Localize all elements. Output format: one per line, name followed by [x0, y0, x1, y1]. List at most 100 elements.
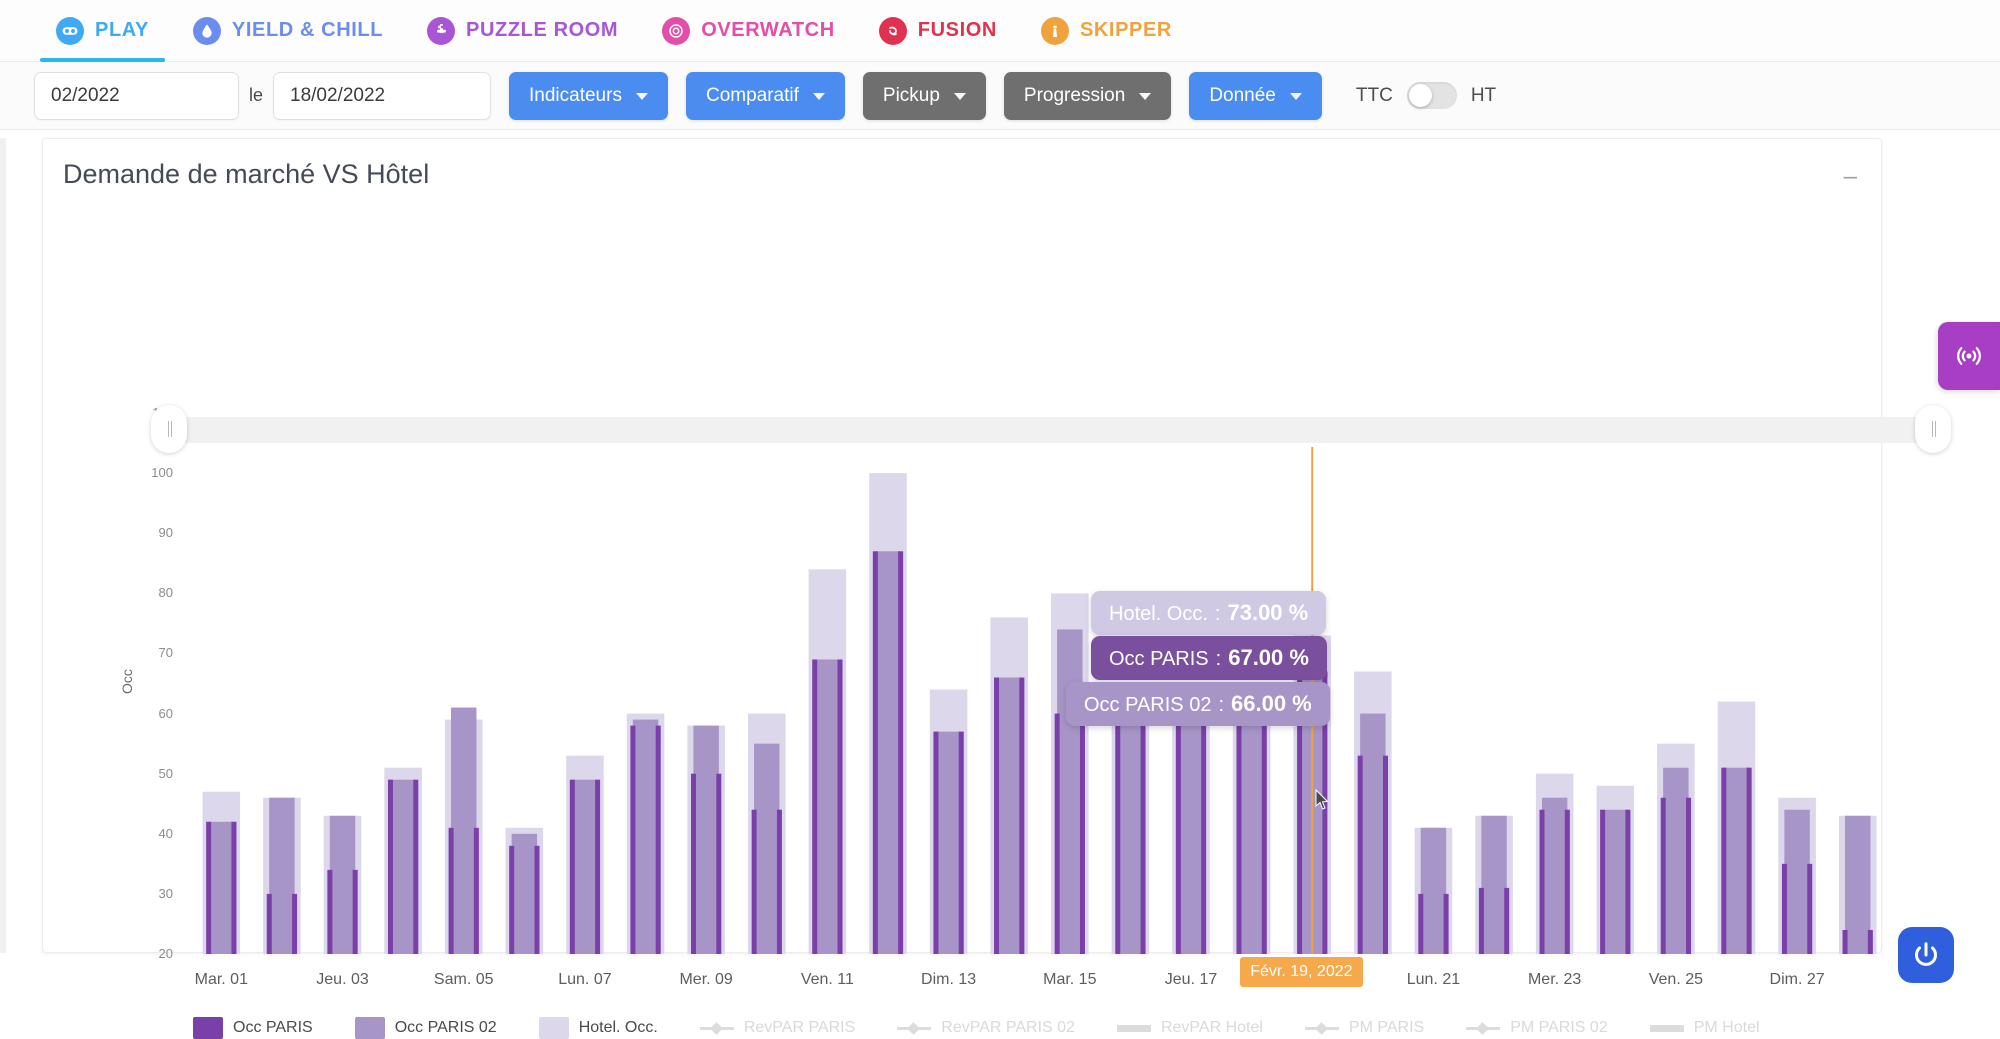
bar-hotel-occ[interactable]	[1112, 690, 1150, 954]
bar-occ-paris-right-edge[interactable]	[413, 780, 418, 954]
bar-occ-paris-right-edge[interactable]	[1383, 756, 1388, 954]
bar-occ-paris-right-edge[interactable]	[231, 822, 236, 954]
bar-occ-paris-02[interactable]	[815, 659, 840, 954]
date-input[interactable]: 18/02/2022	[273, 72, 491, 120]
bar-occ-paris-right-edge[interactable]	[1019, 678, 1024, 954]
bar-occ-paris-left-edge[interactable]	[206, 822, 211, 954]
nav-item-puzzle-room[interactable]: PUZZLE ROOM	[405, 0, 640, 62]
bar-occ-paris-right-edge[interactable]	[1262, 720, 1267, 954]
bar-occ-paris-02[interactable]	[1421, 828, 1446, 954]
bar-hotel-occ[interactable]	[1536, 774, 1574, 954]
bar-occ-paris-02[interactable]	[209, 822, 234, 954]
bar-occ-paris-right-edge[interactable]	[1141, 714, 1146, 954]
bar-occ-paris-02[interactable]	[1239, 720, 1264, 954]
bar-hotel-occ[interactable]	[990, 617, 1028, 954]
bar-occ-paris-right-edge[interactable]	[1747, 768, 1752, 954]
bar-occ-paris-02[interactable]	[996, 678, 1021, 954]
bar-hotel-occ[interactable]	[1233, 714, 1271, 954]
bar-hotel-occ[interactable]	[627, 714, 665, 954]
bar-hotel-occ[interactable]	[869, 473, 907, 954]
bar-hotel-occ[interactable]	[1718, 702, 1756, 954]
bar-occ-paris-left-edge[interactable]	[1176, 720, 1181, 954]
bar-occ-paris-02[interactable]	[512, 834, 537, 954]
bar-occ-paris-02[interactable]	[390, 780, 415, 954]
ttc-ht-toggle[interactable]	[1407, 82, 1457, 109]
dropdown-progression[interactable]: Progression	[1004, 72, 1171, 120]
bar-occ-paris-02[interactable]	[451, 708, 476, 954]
bar-occ-paris-02[interactable]	[1845, 816, 1870, 954]
bar-occ-paris-right-edge[interactable]	[292, 894, 297, 954]
bar-occ-paris-left-edge[interactable]	[1055, 714, 1060, 954]
bar-occ-paris-02[interactable]	[875, 551, 900, 954]
bar-occ-paris-right-edge[interactable]	[1686, 798, 1691, 954]
legend-item-occ-paris-02[interactable]: Occ PARIS 02	[355, 1017, 497, 1039]
bar-hotel-occ[interactable]	[506, 828, 544, 954]
nav-item-play[interactable]: PLAY	[34, 0, 171, 62]
bar-hotel-occ[interactable]	[263, 798, 301, 954]
dropdown-indicateurs[interactable]: Indicateurs	[509, 72, 668, 120]
bar-hotel-occ[interactable]	[930, 690, 968, 954]
range-left-handle[interactable]	[151, 405, 187, 453]
bar-occ-paris-right-edge[interactable]	[716, 774, 721, 954]
bar-hotel-occ[interactable]	[809, 569, 847, 954]
bar-occ-paris-02[interactable]	[1360, 714, 1385, 954]
bar-hotel-occ[interactable]	[1415, 828, 1453, 954]
bar-occ-paris-02[interactable]	[1603, 810, 1628, 954]
bar-hotel-occ[interactable]	[203, 792, 241, 954]
bar-hotel-occ[interactable]	[1475, 816, 1513, 954]
dropdown-pickup[interactable]: Pickup	[863, 72, 986, 120]
bar-occ-paris-right-edge[interactable]	[838, 659, 843, 954]
legend-item-revpar-paris[interactable]: RevPAR PARIS	[700, 1019, 855, 1037]
bar-hotel-occ[interactable]	[566, 756, 604, 954]
bar-occ-paris-left-edge[interactable]	[449, 828, 454, 954]
bar-occ-paris-left-edge[interactable]	[1540, 810, 1545, 954]
bar-occ-paris-right-edge[interactable]	[595, 780, 600, 954]
bar-occ-paris-left-edge[interactable]	[570, 780, 575, 954]
collapse-button[interactable]: –	[1844, 165, 1857, 189]
bar-occ-paris-02[interactable]	[1057, 629, 1082, 954]
legend-item-occ-paris[interactable]: Occ PARIS	[193, 1017, 313, 1039]
bar-occ-paris-left-edge[interactable]	[873, 551, 878, 954]
bar-occ-paris-left-edge[interactable]	[1600, 810, 1605, 954]
bar-occ-paris-02[interactable]	[633, 720, 658, 954]
bar-occ-paris-right-edge[interactable]	[353, 870, 358, 954]
bar-occ-paris-left-edge[interactable]	[933, 732, 938, 954]
bar-hotel-occ[interactable]	[445, 720, 483, 954]
broadcast-panel-tab[interactable]	[1938, 322, 2000, 390]
bar-hotel-occ[interactable]	[324, 816, 362, 954]
bar-occ-paris-left-edge[interactable]	[1115, 714, 1120, 954]
bar-hotel-occ[interactable]	[1354, 672, 1392, 955]
bar-occ-paris-right-edge[interactable]	[1080, 714, 1085, 954]
bar-occ-paris-right-edge[interactable]	[656, 726, 661, 954]
bar-occ-paris-02[interactable]	[1663, 768, 1688, 954]
bar-occ-paris-02[interactable]	[693, 726, 718, 954]
bar-occ-paris-left-edge[interactable]	[1843, 930, 1848, 954]
bar-occ-paris-left-edge[interactable]	[267, 894, 272, 954]
bar-occ-paris-left-edge[interactable]	[1418, 894, 1423, 954]
bar-occ-paris-left-edge[interactable]	[327, 870, 332, 954]
bar-hotel-occ[interactable]	[1657, 744, 1695, 954]
bar-hotel-occ[interactable]	[1051, 593, 1089, 954]
bar-occ-paris-right-edge[interactable]	[1807, 864, 1812, 954]
bar-occ-paris-02[interactable]	[1178, 714, 1203, 954]
bar-hotel-occ[interactable]	[748, 714, 786, 954]
bar-occ-paris-left-edge[interactable]	[1358, 756, 1363, 954]
legend-item-revpar-hotel[interactable]: RevPAR Hotel	[1117, 1019, 1263, 1037]
bar-hotel-occ[interactable]	[687, 726, 725, 954]
bar-occ-paris-left-edge[interactable]	[630, 726, 635, 954]
page-scrollbar[interactable]	[0, 138, 6, 953]
range-slider[interactable]	[171, 417, 1931, 443]
month-input[interactable]: 02/2022	[34, 72, 239, 120]
dropdown-comparatif[interactable]: Comparatif	[686, 72, 845, 120]
bar-occ-paris-right-edge[interactable]	[1201, 720, 1206, 954]
bar-occ-paris-right-edge[interactable]	[1868, 930, 1873, 954]
bar-occ-paris-left-edge[interactable]	[1782, 864, 1787, 954]
bar-hotel-occ[interactable]	[384, 768, 422, 954]
bar-occ-paris-right-edge[interactable]	[1565, 810, 1570, 954]
bar-occ-paris-left-edge[interactable]	[752, 810, 757, 954]
bar-occ-paris-left-edge[interactable]	[1661, 798, 1666, 954]
bar-occ-paris-right-edge[interactable]	[777, 810, 782, 954]
dropdown-donn-e[interactable]: Donnée	[1189, 72, 1322, 120]
legend-item-pm-paris-02[interactable]: PM PARIS 02	[1466, 1019, 1608, 1037]
bar-occ-paris-02[interactable]	[1481, 816, 1506, 954]
